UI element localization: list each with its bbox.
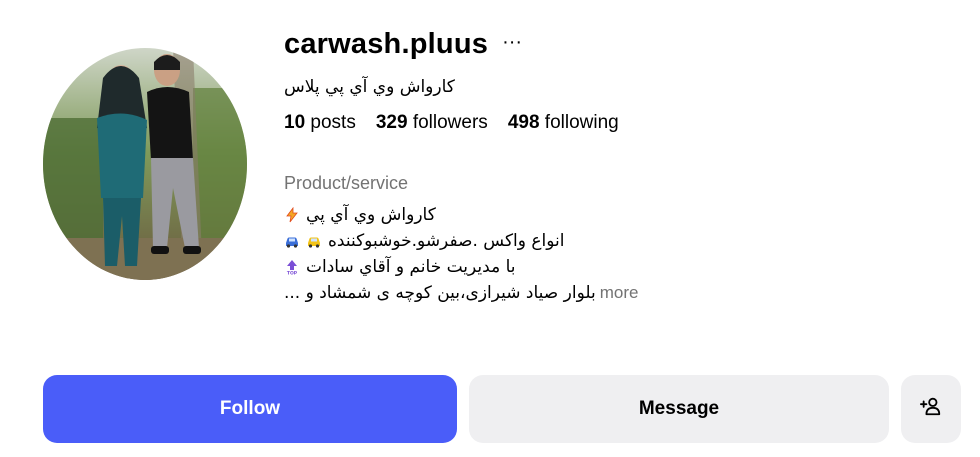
profile-info: carwash.pluus ··· كارواش وي آي پي پلاس 1… <box>284 24 944 306</box>
message-button[interactable]: Message <box>469 375 889 443</box>
category-label: Product/service <box>284 173 409 193</box>
username-row: carwash.pluus ··· <box>284 24 944 64</box>
followers-count: 329 <box>375 112 408 133</box>
top-arrow-icon: TOP <box>284 259 300 275</box>
stat-posts[interactable]: 10 posts <box>284 112 356 134</box>
bio-line: انواع واكس .صفرشو.خوشبوكننده <box>284 228 944 254</box>
followers-label: followers <box>412 112 488 133</box>
bio: كارواش وي آي پي انواع واكس .صفرشو.خوشبوك… <box>284 202 944 306</box>
bio-line: بلوار صیاد شیرازی،بین کوچه ی شمشاد و ...… <box>284 280 944 306</box>
follow-button[interactable]: Follow <box>43 375 457 443</box>
following-label: following <box>544 112 619 133</box>
car-icon <box>284 233 300 249</box>
taxi-icon <box>306 233 322 249</box>
svg-text:TOP: TOP <box>287 271 298 276</box>
profile-photo-icon <box>43 48 247 280</box>
profile-actions: Follow Message <box>43 375 961 443</box>
posts-label: posts <box>310 112 356 133</box>
bio-line: كارواش وي آي پي <box>284 202 944 228</box>
add-person-icon <box>920 395 942 423</box>
full-name: كارواش وي آي پي پلاس <box>284 77 455 97</box>
suggested-accounts-button[interactable] <box>901 375 961 443</box>
profile-stats: 10 posts 329 followers 498 following <box>284 112 944 134</box>
posts-count: 10 <box>284 112 306 133</box>
following-count: 498 <box>507 112 540 133</box>
username: carwash.pluus <box>284 27 489 60</box>
stat-followers[interactable]: 329 followers <box>376 112 488 134</box>
more-horizontal-icon[interactable]: ··· <box>502 32 522 52</box>
lightning-icon <box>284 207 300 223</box>
profile-avatar[interactable] <box>43 48 247 280</box>
stat-following[interactable]: 498 following <box>508 112 619 134</box>
bio-line: TOP با مديريت خانم و آقاي سادات <box>284 254 944 280</box>
more-link[interactable]: more <box>600 280 639 306</box>
profile-page: carwash.pluus ··· كارواش وي آي پي پلاس 1… <box>0 0 980 457</box>
